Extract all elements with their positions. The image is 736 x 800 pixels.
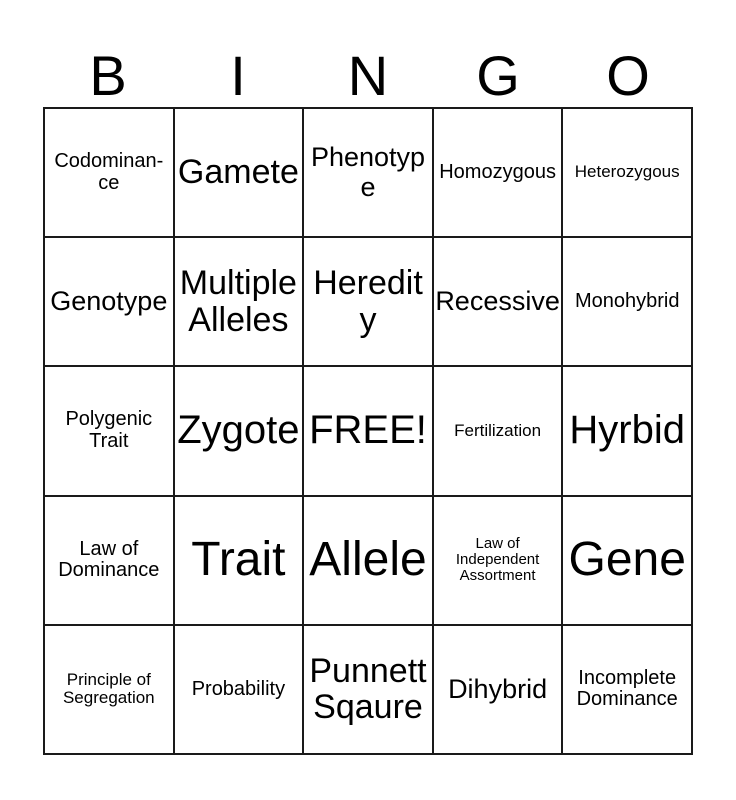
bingo-cell[interactable]: Gamete: [174, 109, 305, 239]
bingo-cell[interactable]: Codominan-ce: [45, 109, 175, 239]
bingo-cell-label: Codominan-ce: [54, 150, 164, 194]
bingo-cell[interactable]: Phenotype: [304, 109, 434, 239]
bingo-cell-label: Dihybrid: [448, 673, 548, 704]
bingo-cell-label: Law of Dominance: [58, 537, 160, 582]
bingo-cell-label: Polygenic Trait: [65, 408, 153, 452]
bingo-cell-label: Genotype: [50, 286, 168, 317]
bingo-cell-label: Heterozygous: [574, 162, 680, 182]
bingo-cell[interactable]: Law of Independent Assortment: [433, 496, 564, 626]
bingo-cell-label: Hyrbid: [569, 408, 685, 453]
bingo-cell[interactable]: Fertilization: [433, 367, 564, 497]
bingo-cell-free[interactable]: FREE!: [304, 367, 434, 497]
header-letter-o: O: [606, 44, 650, 107]
bingo-cell[interactable]: Polygenic Trait: [45, 367, 175, 497]
bingo-cell[interactable]: Heterozygous: [563, 109, 693, 239]
bingo-cell-label: Incomplete Dominance: [576, 666, 678, 711]
bingo-cell-label: Recessive: [435, 286, 560, 317]
bingo-cell-label: Multiple Alleles: [179, 264, 297, 339]
bingo-cell-label: Punnett Sqaure: [309, 651, 427, 727]
bingo-cell[interactable]: Incomplete Dominance: [563, 625, 693, 755]
bingo-card: B I N G O Codominan-ce Gamete Phenotype …: [0, 0, 736, 800]
bingo-cell-label: Homozygous: [439, 160, 556, 183]
bingo-cell-label: Probability: [191, 677, 286, 700]
bingo-cell-label: FREE!: [309, 408, 427, 453]
bingo-cell[interactable]: Probability: [174, 625, 305, 755]
bingo-cell[interactable]: Hyrbid: [563, 367, 693, 497]
bingo-cell-label: Law of Independent Assortment: [455, 534, 540, 585]
bingo-cell-label: Heredity: [313, 264, 423, 339]
bingo-cell-label: Fertilization: [454, 420, 542, 440]
bingo-cell-label: Gene: [568, 533, 686, 587]
bingo-cell[interactable]: Principle of Segregation: [45, 625, 175, 755]
bingo-cell-label: Phenotype: [310, 142, 426, 202]
bingo-cell-label: Monohybrid: [574, 289, 680, 312]
bingo-cell[interactable]: Zygote: [174, 367, 305, 497]
bingo-cell-label: Trait: [191, 533, 286, 587]
bingo-cell[interactable]: Multiple Alleles: [174, 238, 305, 368]
bingo-cell-label: Allele: [309, 533, 427, 587]
bingo-cell[interactable]: Heredity: [304, 238, 434, 368]
bingo-cell-label: Principle of Segregation: [62, 670, 155, 708]
bingo-cell[interactable]: Law of Dominance: [45, 496, 175, 626]
bingo-cell[interactable]: Trait: [174, 496, 305, 626]
header-letter-g: G: [476, 44, 520, 107]
header-letter-i: I: [230, 44, 246, 107]
bingo-cell[interactable]: Genotype: [45, 238, 175, 368]
bingo-cell[interactable]: Recessive: [433, 238, 564, 368]
header-letter-n: N: [347, 44, 389, 107]
bingo-cell[interactable]: Allele: [304, 496, 434, 626]
bingo-cell[interactable]: Punnett Sqaure: [304, 625, 434, 755]
bingo-cell[interactable]: Monohybrid: [563, 238, 693, 368]
bingo-cell[interactable]: Dihybrid: [433, 625, 564, 755]
bingo-cell[interactable]: Gene: [563, 496, 693, 626]
bingo-cell-label: Gamete: [177, 153, 299, 192]
bingo-cell-label: Zygote: [177, 408, 300, 453]
header-letter-b: B: [89, 44, 127, 107]
bingo-cell[interactable]: Homozygous: [433, 109, 564, 239]
bingo-header: B I N G O: [43, 26, 693, 104]
bingo-grid: Codominan-ce Gamete Phenotype Homozygous…: [43, 107, 693, 755]
